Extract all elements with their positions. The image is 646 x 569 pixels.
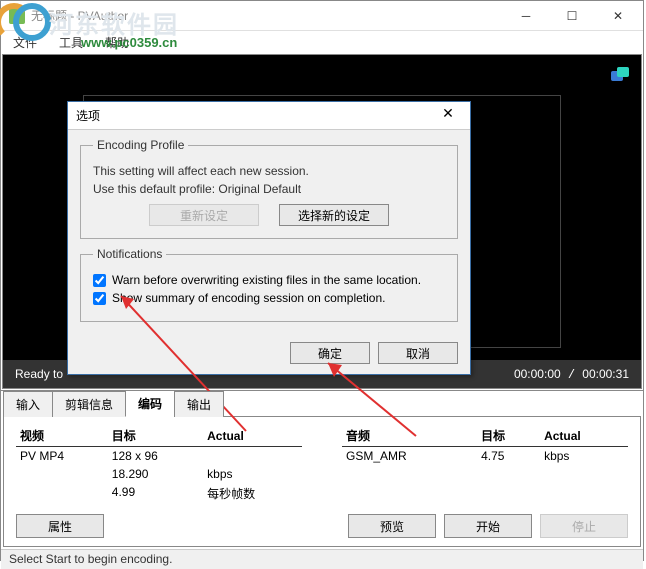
th-video: 视频 bbox=[16, 425, 108, 447]
encoding-desc-1: This setting will affect each new sessio… bbox=[93, 164, 445, 178]
minimize-button[interactable]: ─ bbox=[503, 2, 549, 30]
pip-icon bbox=[611, 67, 629, 81]
th-actual-v: Actual bbox=[203, 425, 302, 447]
encode-tab-body: 视频 目标 Actual PV MP4 128 x 96 18.290 bbox=[3, 417, 641, 547]
app-icon bbox=[9, 8, 25, 24]
encoding-profile-group: Encoding Profile This setting will affec… bbox=[80, 138, 458, 239]
encoding-legend: Encoding Profile bbox=[93, 138, 188, 152]
tab-output[interactable]: 输出 bbox=[174, 391, 224, 417]
cancel-button[interactable]: 取消 bbox=[378, 342, 458, 364]
encoding-desc-2: Use this default profile: Original Defau… bbox=[93, 182, 445, 196]
th-target-a: 目标 bbox=[477, 425, 540, 447]
tab-input[interactable]: 输入 bbox=[3, 391, 53, 417]
show-summary-label: Show summary of encoding session on comp… bbox=[112, 291, 385, 305]
options-dialog: 选项 ✕ Encoding Profile This setting will … bbox=[67, 101, 471, 375]
ready-label: Ready to bbox=[15, 367, 63, 381]
table-row: 4.99 每秒帧数 bbox=[16, 483, 302, 504]
th-actual-a: Actual bbox=[540, 425, 628, 447]
tab-crop[interactable]: 剪辑信息 bbox=[52, 391, 126, 417]
reset-button[interactable]: 重新设定 bbox=[149, 204, 259, 226]
window-title: 无标题 - PVAuthor bbox=[31, 7, 503, 24]
ok-button[interactable]: 确定 bbox=[290, 342, 370, 364]
dialog-title: 选项 bbox=[76, 107, 434, 124]
maximize-button[interactable]: ☐ bbox=[549, 2, 595, 30]
properties-button[interactable]: 属性 bbox=[16, 514, 104, 538]
video-info-column: 视频 目标 Actual PV MP4 128 x 96 18.290 bbox=[16, 425, 302, 504]
time-display: 00:00:00 / 00:00:31 bbox=[514, 367, 629, 382]
audio-info-column: 音频 目标 Actual GSM_AMR 4.75 kbps bbox=[342, 425, 628, 504]
menu-help[interactable]: 帮助 bbox=[101, 32, 133, 53]
th-audio: 音频 bbox=[342, 425, 477, 447]
statusbar: Select Start to begin encoding. bbox=[1, 549, 643, 569]
dialog-close-icon[interactable]: ✕ bbox=[434, 105, 462, 127]
menu-file[interactable]: 文件 bbox=[9, 32, 41, 53]
stop-button[interactable]: 停止 bbox=[540, 514, 628, 538]
warn-overwrite-label: Warn before overwriting existing files i… bbox=[112, 273, 421, 287]
bottom-panel: 输入 剪辑信息 编码 输出 视频 目标 Actual PV MP4 12 bbox=[1, 390, 643, 549]
notifications-legend: Notifications bbox=[93, 247, 166, 261]
show-summary-checkbox[interactable] bbox=[93, 292, 106, 305]
table-row: PV MP4 128 x 96 bbox=[16, 447, 302, 466]
select-new-button[interactable]: 选择新的设定 bbox=[279, 204, 389, 226]
table-row: GSM_AMR 4.75 kbps bbox=[342, 447, 628, 466]
start-button[interactable]: 开始 bbox=[444, 514, 532, 538]
menu-tools[interactable]: 工具 bbox=[55, 32, 87, 53]
menubar: 文件 工具 帮助 bbox=[1, 31, 643, 53]
titlebar: 无标题 - PVAuthor ─ ☐ ✕ bbox=[1, 1, 643, 31]
notifications-group: Notifications Warn before overwriting ex… bbox=[80, 247, 458, 322]
preview-button[interactable]: 预览 bbox=[348, 514, 436, 538]
tab-strip: 输入 剪辑信息 编码 输出 bbox=[3, 393, 641, 417]
close-button[interactable]: ✕ bbox=[595, 2, 641, 30]
dialog-titlebar[interactable]: 选项 ✕ bbox=[68, 102, 470, 130]
table-row: 18.290 kbps bbox=[16, 465, 302, 483]
tab-encode[interactable]: 编码 bbox=[125, 390, 175, 417]
warn-overwrite-checkbox[interactable] bbox=[93, 274, 106, 287]
th-target-v: 目标 bbox=[108, 425, 203, 447]
